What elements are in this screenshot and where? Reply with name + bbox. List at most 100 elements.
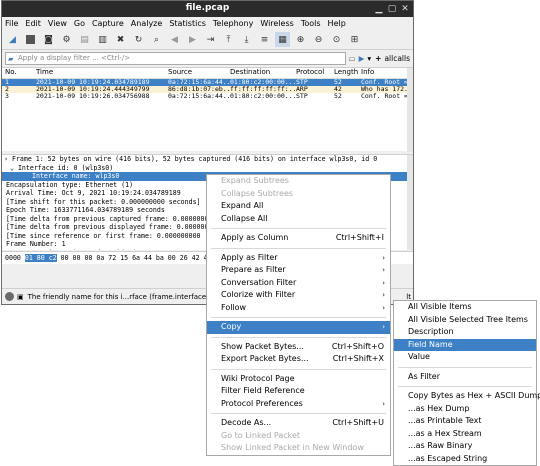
bookmark-icon[interactable]: ▰ [8,54,13,65]
menu-item-label: Apply as Column [221,233,289,242]
menu-item-all-visible-items[interactable]: All Visible Items [394,301,536,314]
restart-capture-icon[interactable]: ◙ [41,32,56,47]
go-forward-icon[interactable]: ▶ [185,32,200,47]
menu-help[interactable]: Help [328,19,346,28]
menu-item-apply-as-column[interactable]: Apply as Column Ctrl+Shift+I [207,232,390,245]
clear-filter-icon[interactable]: ▭ [349,54,356,63]
go-back-icon[interactable]: ◀ [167,32,182,47]
packet-row[interactable]: 2 2021-10-09 10:19:24.444349799 86:d8:1b:0… [2,86,413,93]
menu-item-filter-field-reference[interactable]: Filter Field Reference [207,385,390,398]
menu-item-as-printable-text[interactable]: ...as Printable Text [394,415,536,428]
collapse-arrow-icon[interactable]: ⌄ [10,164,18,172]
last-packet-icon[interactable]: ⤓ [239,32,254,47]
bytes-rest[interactable]: 00 00 00 0a 72 15 6a 44 ba 00 26 42 42 [61,254,212,262]
menu-item-apply-as-filter[interactable]: Apply as Filter › [207,252,390,265]
menu-view[interactable]: View [48,19,67,28]
details-scrollbar[interactable] [407,155,413,250]
column-header-no[interactable]: No. [2,68,36,78]
menu-item-all-visible-selected-tree-items[interactable]: All Visible Selected Tree Items [394,314,536,327]
menu-item-wiki-protocol-page[interactable]: Wiki Protocol Page [207,373,390,386]
menu-item-collapse-all[interactable]: Collapse All [207,213,390,226]
menu-edit[interactable]: Edit [25,19,41,28]
menu-item-export-packet-bytes[interactable]: Export Packet Bytes... Ctrl+Shift+X [207,353,390,366]
display-filter-input[interactable]: ▰ Apply a display filter ... <Ctrl-/> [5,51,346,65]
title-bar: file.pcap ▁ ▢ ✕ [2,1,413,17]
menu-item-value[interactable]: Value [394,351,536,364]
normal-size-icon[interactable]: ⊙ [329,32,344,47]
menu-item-conversation-filter[interactable]: Conversation Filter › [207,277,390,290]
column-header-length[interactable]: Length [334,68,361,78]
submenu-arrow-icon: › [382,266,385,274]
menu-item-copy[interactable]: Copy › [207,321,390,334]
save-file-icon[interactable]: ▥ [95,32,110,47]
column-header-destination[interactable]: Destination [230,68,296,78]
detail-text: Arrival Time: Oct 9, 2021 10:19:24.03478… [6,189,181,197]
first-packet-icon[interactable]: ⤒ [221,32,236,47]
menu-item-copy-bytes-as-hex-ascii-dump[interactable]: Copy Bytes as Hex + ASCII Dump [394,390,540,403]
menu-wireless[interactable]: Wireless [260,19,293,28]
menu-item-label: Description [408,327,454,336]
menu-tools[interactable]: Tools [301,19,321,28]
menu-item-label: Colorize with Filter [221,290,296,299]
filter-bookmark-button[interactable]: allcalls [384,54,410,63]
column-header-source[interactable]: Source [168,68,230,78]
detail-tree-item[interactable]: ⌄ Interface id: 0 (wlp3s0) [2,164,413,173]
reload-icon[interactable]: ↻ [131,32,146,47]
menu-item-as-filter[interactable]: As Filter [394,371,536,384]
column-header-info[interactable]: Info [361,68,413,78]
menu-item-decode-as[interactable]: Decode As... Ctrl+Shift+U [207,417,390,430]
menu-item-as-raw-binary[interactable]: ...as Raw Binary [394,440,536,453]
menu-item-expand-all[interactable]: Expand All [207,200,390,213]
find-packet-icon[interactable]: ⌕ [149,32,164,47]
window-title: file.pcap [185,3,230,13]
menu-item-follow[interactable]: Follow › [207,302,390,315]
detail-text: Interface id: 0 (wlp3s0) [17,163,114,172]
menu-item-description[interactable]: Description [394,326,536,339]
expand-arrow-icon[interactable]: › [4,155,12,163]
expert-info-icon[interactable] [5,292,14,301]
menu-statistics[interactable]: Statistics [169,19,206,28]
menu-item-prepare-as-filter[interactable]: Prepare as Filter › [207,264,390,277]
go-to-packet-icon[interactable]: ⇥ [203,32,218,47]
detail-tree-item[interactable]: › Frame 1: 52 bytes on wire (416 bits), … [2,155,413,164]
packet-cell-no: 3 [5,93,9,100]
packet-cell-destination: ff:ff:ff:ff:ff:... [230,86,296,93]
menu-file[interactable]: File [5,19,18,28]
menu-item-colorize-with-filter[interactable]: Colorize with Filter › [207,289,390,302]
column-header-time[interactable]: Time [36,68,168,78]
dropdown-icon[interactable]: ▾ [367,54,371,63]
packet-list-scrollbar[interactable] [407,68,413,152]
status-icon[interactable]: ▣ [17,293,24,301]
apply-filter-icon[interactable]: ▶ [359,54,365,63]
menu-item-as-a-hex-stream[interactable]: ...as a Hex Stream [394,428,536,441]
menu-go[interactable]: Go [74,19,85,28]
bytes-highlighted[interactable]: 01 80 c2 [24,254,57,262]
zoom-in-icon[interactable]: ⊕ [293,32,308,47]
packet-row[interactable]: 1 2021-10-09 10:19:24.034789189 0a:72:15:6… [2,79,413,86]
resize-columns-icon[interactable]: ⊞ [347,32,362,47]
menu-item-as-escaped-string[interactable]: ...as Escaped String [394,453,536,466]
close-icon[interactable]: ✕ [399,3,411,15]
close-file-icon[interactable]: ✖ [113,32,128,47]
packet-row[interactable]: 3 2021-10-09 10:19:26.034756988 0a:72:15:6… [2,93,413,100]
detail-text: Frame Length: 52 bytes (416 bits) [6,249,137,251]
detail-text: [Time since reference or first frame: 0.… [6,231,201,240]
capture-options-icon[interactable]: ⚙ [59,32,74,47]
menu-capture[interactable]: Capture [92,19,124,28]
menu-item-as-hex-dump[interactable]: ...as Hex Dump [394,403,536,416]
open-file-icon[interactable]: ▤ [77,32,92,47]
autoscroll-icon[interactable]: ≡ [257,32,272,47]
colorize-icon[interactable]: ▦ [275,32,290,47]
start-capture-icon[interactable]: ◢ [5,32,20,47]
menu-item-field-name[interactable]: Field Name [394,338,536,351]
menu-item-show-packet-bytes[interactable]: Show Packet Bytes... Ctrl+Shift+O [207,341,390,354]
minimize-icon[interactable]: ▁ [373,3,385,15]
menu-telephony[interactable]: Telephony [213,19,253,28]
menu-item-protocol-preferences[interactable]: Protocol Preferences › [207,398,390,411]
stop-capture-icon[interactable] [23,32,38,47]
column-header-protocol[interactable]: Protocol [296,68,334,78]
add-filter-icon[interactable]: + [375,54,381,63]
menu-analyze[interactable]: Analyze [131,19,163,28]
zoom-out-icon[interactable]: ⊖ [311,32,326,47]
maximize-icon[interactable]: ▢ [386,3,398,15]
